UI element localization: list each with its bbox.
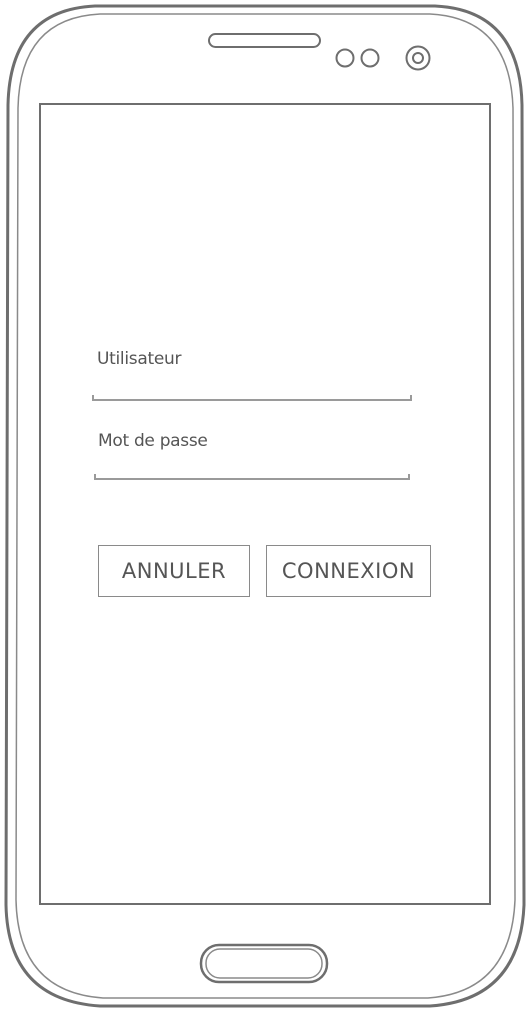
speaker-grille <box>208 33 321 48</box>
sensor-icon <box>335 48 355 68</box>
password-underline <box>94 474 410 480</box>
cancel-button[interactable]: ANNULER <box>98 545 250 597</box>
username-label: Utilisateur <box>97 349 182 369</box>
front-camera-icon <box>405 45 431 71</box>
sensor-icon <box>360 48 380 68</box>
login-screen: Utilisateur Mot de passe ANNULER CONNEXI… <box>40 104 490 904</box>
home-button[interactable] <box>199 943 329 984</box>
username-underline <box>92 395 412 401</box>
connect-button[interactable]: CONNEXION <box>266 545 431 597</box>
password-label: Mot de passe <box>98 431 208 451</box>
username-field[interactable]: Utilisateur <box>92 347 412 403</box>
home-button-inner-outline <box>205 948 323 979</box>
password-field[interactable]: Mot de passe <box>94 430 410 486</box>
front-camera-lens-icon <box>412 52 424 64</box>
